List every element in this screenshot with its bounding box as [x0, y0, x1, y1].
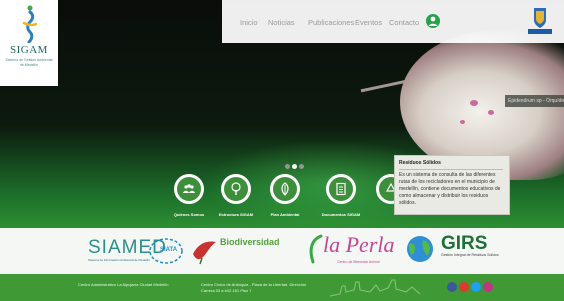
user-silhouette-icon: [428, 16, 438, 26]
crest-icon[interactable]: [526, 4, 554, 36]
instagram-icon[interactable]: [483, 282, 493, 292]
feature-quienes-somos[interactable]: [174, 174, 204, 204]
city-skyline-icon: [330, 279, 420, 297]
leaf-icon: [281, 182, 289, 196]
girs-logo[interactable]: GIRS: [441, 233, 487, 255]
nav-inicio[interactable]: Inicio: [240, 18, 258, 27]
feature-plan-ambiental[interactable]: [270, 174, 300, 204]
top-navigation: Inicio Noticias Publicaciones Eventos Co…: [222, 0, 564, 43]
feature-estructura-sigam[interactable]: [221, 174, 251, 204]
nav-noticias[interactable]: Noticias: [268, 18, 295, 27]
youtube-icon[interactable]: [459, 282, 469, 292]
twitter-icon[interactable]: [471, 282, 481, 292]
sigam-logo[interactable]: SIGAM Sistema de Gestión Ambiental de Me…: [0, 0, 58, 86]
user-icon[interactable]: [426, 14, 440, 28]
footer-address-2-line-2: Carrera 53 a #42-161 Piso 7: [201, 287, 252, 293]
tooltip-body: Es un sistema de consulta de las diferen…: [399, 172, 501, 206]
group-icon: [183, 184, 195, 193]
document-icon: [336, 182, 346, 196]
feature-label-documentos-sigam: Documentos SIGAM: [321, 212, 361, 217]
girs-subtitle: Gestión Integral de Residuos Sólidos: [441, 253, 499, 257]
la-perla-logo[interactable]: la Perla: [323, 232, 395, 258]
footer-address-1: Centro Administrativo La Alpujarra Ciuda…: [78, 282, 169, 287]
feature-label-plan-ambiental: Plan Ambiental: [270, 212, 300, 217]
carousel-dot-1[interactable]: [285, 164, 290, 169]
siata-label: SIATA: [160, 247, 178, 253]
girs-globe-icon[interactable]: [403, 234, 437, 264]
la-perla-subtitle: Centro de Bienestar Animal: [337, 260, 380, 264]
tree-icon: [231, 182, 241, 195]
carousel-dot-3[interactable]: [299, 164, 304, 169]
carousel-dot-2[interactable]: [292, 164, 297, 169]
carousel-dots: [285, 156, 306, 174]
sigam-figure-icon: [22, 5, 38, 43]
footer: Centro Administrativo La Alpujarra Ciuda…: [0, 274, 564, 301]
hero-caption: Epidendrum sp - Orquídea: [505, 95, 564, 107]
nav-contacto[interactable]: Contacto: [389, 18, 419, 27]
nav-eventos[interactable]: Eventos: [355, 18, 382, 27]
brand-subtitle: Sistema de Gestión Ambiental de Medellín: [5, 58, 53, 67]
residuos-tooltip: Residuos Sólidos Es un sistema de consul…: [394, 155, 510, 215]
nav-publicaciones[interactable]: Publicaciones: [308, 18, 354, 27]
tooltip-divider: [399, 169, 503, 170]
siamed-subtitle: Sistema de Información Ambiental de Mede…: [88, 258, 150, 262]
facebook-icon[interactable]: [447, 282, 457, 292]
tooltip-title: Residuos Sólidos: [399, 160, 441, 166]
feature-documentos-sigam[interactable]: [326, 174, 356, 204]
brand-name: SIGAM: [10, 44, 48, 56]
bird-icon[interactable]: [190, 234, 220, 266]
biodiversidad-logo[interactable]: Biodiversidad: [220, 237, 280, 247]
